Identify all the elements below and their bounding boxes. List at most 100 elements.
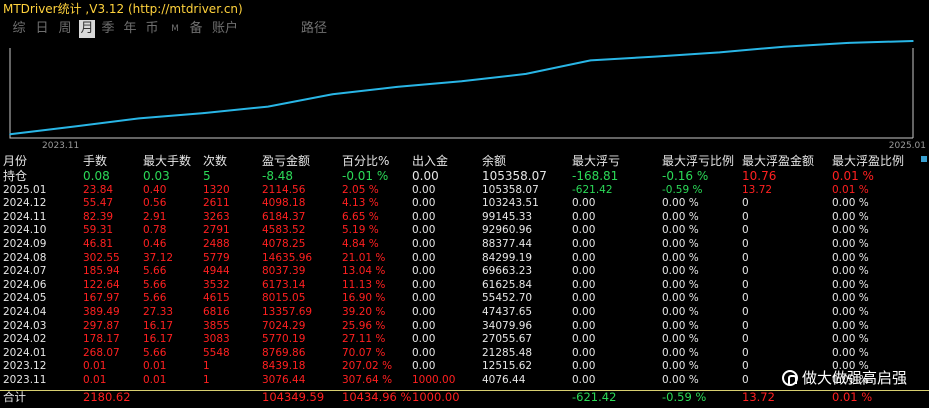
header-max-lots[interactable]: 最大手数 [143, 153, 191, 169]
header-pnl[interactable]: 盈亏金额 [262, 153, 310, 169]
header-max-float-loss-pct[interactable]: 最大浮亏比例 [662, 153, 734, 169]
equity-point-2024.10 [718, 51, 721, 54]
header-percent[interactable]: 百分比% [342, 153, 389, 169]
cell-max-float-loss: 0.00 [572, 224, 596, 237]
toolbar-button-4[interactable]: 季 [100, 20, 116, 38]
cell-balance: 103243.51 [482, 197, 539, 210]
cell-count: 4615 [203, 292, 230, 305]
cell-deposit: 0.00 [412, 360, 436, 373]
header-max-float-profit-pct[interactable]: 最大浮盈比例 [832, 153, 904, 169]
cell-max-float-profit-pct: 0.01 % [832, 183, 869, 196]
table-row[interactable]: 2024.11 82.39 2.91 3263 6184.37 6.65 % 0.00 991… [0, 211, 929, 224]
cell-count: 3532 [203, 278, 230, 291]
table-row[interactable]: 2024.03 297.87 16.17 3855 7024.29 25.96 % 0.00… [0, 320, 929, 333]
path-button[interactable]: 路径 [300, 20, 328, 38]
cell-count: 6816 [203, 306, 230, 318]
cell-percent: 5.19 % [342, 224, 379, 237]
cell-max-float-profit: 0 [742, 306, 749, 318]
cell-deposit: 0.00 [412, 292, 436, 305]
header-max-float-profit[interactable]: 最大浮盈金额 [742, 153, 814, 169]
cell-count: 2488 [203, 238, 230, 250]
header-deposit[interactable]: 出入金 [412, 153, 448, 169]
cell-max-lots: 0.03 [143, 169, 170, 183]
equity-point-2024.02 [202, 112, 205, 114]
cell-pnl: 14635.96 [262, 251, 313, 264]
cell-max-float-profit: 10.76 [742, 169, 777, 183]
cell-count: 5548 [203, 346, 230, 359]
cell-percent: 4.13 % [342, 197, 379, 210]
toolbar-button-6[interactable]: 币 [144, 20, 160, 38]
cell-percent: 25.96 % [342, 319, 386, 332]
cell-lots: 389.49 [83, 306, 120, 318]
cell-max-float-profit: 0 [742, 238, 749, 250]
cell-max-float-profit-pct: 0.00 % [832, 224, 869, 237]
cell-max-float-profit: 0 [742, 210, 749, 223]
cell-month: 2024.03 [3, 319, 47, 332]
equity-point-2024.09 [654, 55, 656, 58]
cell-max-float-profit-pct: 0.00 % [832, 197, 869, 210]
cell-month: 2024.07 [3, 265, 47, 278]
equity-point-2024.04 [331, 93, 334, 96]
cell-percent: 307.64 % [342, 374, 393, 386]
cell-percent: 4.84 % [342, 238, 379, 250]
cell-max-float-loss-pct: 0.00 % [662, 210, 699, 223]
equity-point-2023.11 [9, 133, 11, 136]
toolbar-button-8[interactable]: 备 [188, 20, 204, 38]
total-lots: 2180.62 [83, 389, 131, 404]
cell-max-float-loss: 0.00 [572, 238, 596, 250]
equity-series-line [9, 40, 914, 136]
header-count[interactable]: 次数 [203, 153, 227, 169]
cell-count: 3855 [203, 319, 230, 332]
cell-max-float-loss: 0.00 [572, 265, 596, 278]
header-balance[interactable]: 余额 [482, 153, 506, 169]
toolbar-button-7[interactable]: M [169, 20, 181, 38]
table-row[interactable]: 2025.01 23.84 0.40 1320 2114.56 2.05 % 0.00 105… [0, 184, 929, 197]
equity-point-2024.12 [847, 42, 850, 44]
cell-max-lots: 2.91 [143, 210, 167, 223]
table-row[interactable]: 2024.05 167.97 5.66 4615 8015.05 16.90 % 0.00 5… [0, 292, 929, 305]
cell-pnl: 6173.14 [262, 278, 306, 291]
cell-deposit: 0.00 [412, 197, 436, 210]
cell-lots: 23.84 [83, 183, 114, 196]
cell-month: 2024.06 [3, 278, 47, 291]
cell-max-float-loss-pct: 0.00 % [662, 292, 699, 305]
toolbar-button-5[interactable]: 年 [122, 20, 138, 38]
toolbar-button-9[interactable]: 账户 [212, 20, 238, 38]
table-row[interactable]: 2024.06 122.64 5.66 3532 6173.14 11.13 % 0.00 6… [0, 279, 929, 292]
cell-max-float-profit-pct: 0.00 % [832, 319, 869, 332]
table-row[interactable]: 2024.07 185.94 5.66 4944 8037.39 13.04 % 0.00 6… [0, 265, 929, 278]
cell-max-float-profit: 0 [742, 360, 749, 373]
cell-pnl: 4098.18 [262, 197, 306, 210]
table-row[interactable]: 2024.12 55.47 0.56 2611 4098.18 4.13 % 0.00 103… [0, 197, 929, 210]
header-month[interactable]: 月份 [3, 153, 27, 169]
total-max-float-profit-pct: 0.01 % [832, 389, 873, 404]
toolbar-button-2[interactable]: 周 [57, 20, 73, 38]
scroll-indicator[interactable] [921, 156, 927, 162]
header-max-float-loss[interactable]: 最大浮亏 [572, 153, 620, 169]
cell-balance: 55452.70 [482, 292, 533, 305]
cell-month: 2024.12 [3, 197, 47, 210]
table-row[interactable]: 2024.04 389.49 27.33 6816 13357.69 39.20 % 0.0… [0, 306, 929, 319]
cell-max-float-profit: 0 [742, 197, 749, 210]
toolbar-button-3[interactable]: 月 [79, 20, 95, 38]
cell-pnl: 8439.18 [262, 360, 306, 373]
toolbar-button-1[interactable]: 日 [34, 20, 50, 38]
cell-max-float-profit-pct: 0.00 % [832, 346, 869, 359]
cell-pnl: 3076.44 [262, 374, 306, 386]
table-row[interactable]: 2024.08 302.55 37.12 5779 14635.96 21.01 % 0.0… [0, 252, 929, 265]
cell-max-float-loss-pct: 0.00 % [662, 265, 699, 278]
total-month: 合计 [3, 389, 26, 404]
cell-pnl: 5770.19 [262, 333, 306, 346]
cell-count: 1320 [203, 183, 230, 196]
equity-point-2023.12 [73, 125, 76, 128]
table-row[interactable]: 2024.01 268.07 5.66 5548 8769.86 70.07 % 0.00 2… [0, 347, 929, 360]
window-title: MTDriver统计 ,V3.12 (http://mtdriver.cn) [0, 0, 929, 18]
table-row[interactable]: 2024.09 46.81 0.46 2488 4078.25 4.84 % 0.00 883… [0, 238, 929, 251]
cell-month: 2023.12 [3, 360, 47, 373]
cell-max-float-loss-pct: 0.00 % [662, 251, 699, 264]
table-row[interactable]: 2024.10 59.31 0.78 2791 4583.52 5.19 % 0.00 929… [0, 224, 929, 237]
header-lots[interactable]: 手数 [83, 153, 107, 169]
toolbar-button-0[interactable]: 综 [11, 20, 27, 38]
cell-deposit: 0.00 [412, 278, 436, 291]
table-row[interactable]: 2024.02 178.17 16.17 3083 5770.19 27.11 % 0.00… [0, 333, 929, 346]
